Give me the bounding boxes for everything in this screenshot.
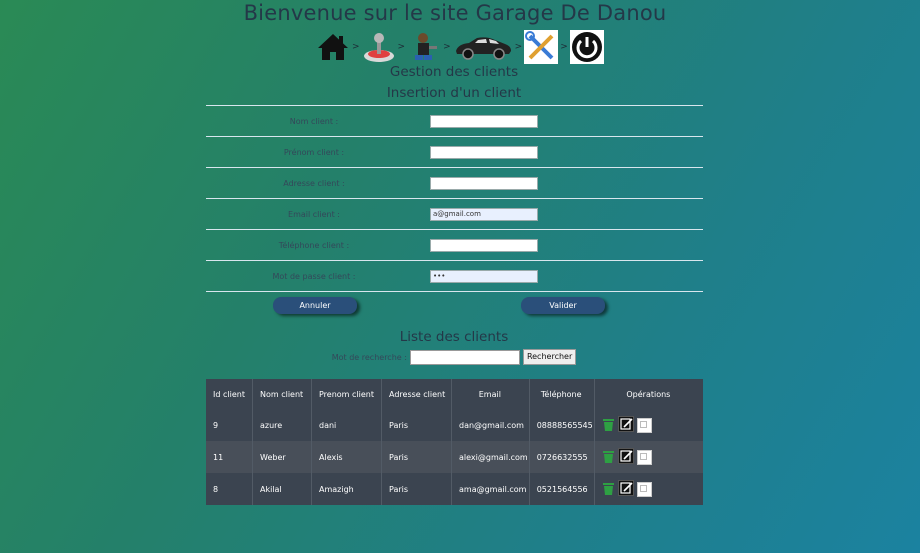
car-icon[interactable] — [453, 30, 513, 64]
form-row-password: Mot de passe client : ••• — [206, 260, 703, 292]
nav-separator: > — [397, 42, 406, 52]
nav-bar: > > > > > — [316, 29, 604, 65]
delete-icon[interactable] — [602, 417, 615, 434]
cell-id: 8 — [206, 473, 253, 505]
edit-icon[interactable] — [617, 416, 634, 434]
nav-separator: > — [443, 42, 451, 52]
image-icon[interactable] — [636, 449, 652, 465]
home-icon[interactable] — [316, 30, 350, 64]
cell-prenom: Alexis — [311, 441, 382, 473]
cancel-button[interactable]: Annuler — [273, 297, 357, 314]
cell-nom: azure — [252, 409, 312, 441]
nav-separator: > — [560, 42, 568, 52]
column-header: Id client — [206, 379, 253, 409]
nom-input[interactable] — [430, 114, 538, 128]
table-header-row: Id client Nom client Prenom client Adres… — [206, 379, 703, 409]
joystick-icon[interactable] — [362, 30, 396, 64]
field-label: Prénom client : — [283, 147, 345, 157]
cell-adresse: Paris — [381, 473, 452, 505]
site-title: Bienvenue sur le site Garage De Danou — [243, 1, 667, 25]
delete-icon[interactable] — [602, 449, 615, 466]
telephone-input[interactable] — [430, 238, 538, 252]
field-label: Mot de passe client : — [272, 271, 356, 281]
edit-icon[interactable] — [617, 448, 634, 466]
cell-operations — [594, 441, 703, 473]
cell-prenom: dani — [311, 409, 382, 441]
cell-email: alexi@gmail.com — [451, 441, 530, 473]
table-row: 9 azure dani Paris dan@gmail.com 0888856… — [206, 409, 703, 441]
password-input[interactable]: ••• — [430, 269, 538, 283]
column-header: Adresse client — [381, 379, 452, 409]
search-input[interactable] — [409, 349, 520, 365]
table-row: 8 Akilal Amazigh Paris ama@gmail.com 052… — [206, 473, 703, 505]
search-bar: Mot de recherche : Rechercher — [0, 349, 908, 365]
cell-operations — [594, 473, 703, 505]
cell-id: 9 — [206, 409, 253, 441]
column-header: Opérations — [594, 379, 703, 409]
tools-icon[interactable] — [524, 30, 559, 64]
field-label: Email client : — [288, 209, 340, 219]
field-label: Téléphone client : — [278, 240, 350, 250]
list-title: Liste des clients — [399, 329, 509, 345]
cell-email: dan@gmail.com — [451, 409, 530, 441]
cell-adresse: Paris — [381, 409, 452, 441]
power-icon[interactable] — [569, 30, 604, 64]
cell-prenom: Amazigh — [311, 473, 382, 505]
column-header: Téléphone — [529, 379, 595, 409]
nav-separator: > — [352, 42, 360, 52]
nav-separator: > — [514, 42, 523, 52]
cell-telephone: 08888565545 — [529, 409, 595, 441]
insert-title: Insertion d'un client — [386, 85, 522, 101]
form-row-telephone: Téléphone client : — [206, 229, 703, 260]
image-icon[interactable] — [636, 481, 652, 497]
prenom-input[interactable] — [430, 145, 538, 159]
client-form: Nom client : Prénom client : Adresse cli… — [206, 105, 703, 292]
adresse-input[interactable] — [430, 176, 538, 190]
cell-nom: Weber — [252, 441, 312, 473]
form-row-nom: Nom client : — [206, 105, 703, 136]
search-button[interactable]: Rechercher — [522, 349, 577, 365]
column-header: Email — [451, 379, 530, 409]
cell-email: ama@gmail.com — [451, 473, 530, 505]
edit-icon[interactable] — [617, 480, 634, 498]
cell-id: 11 — [206, 441, 253, 473]
clients-table: Id client Nom client Prenom client Adres… — [206, 379, 703, 505]
email-input[interactable]: a@gmail.com — [430, 207, 538, 221]
column-header: Prenom client — [311, 379, 382, 409]
image-icon[interactable] — [636, 417, 652, 433]
submit-button[interactable]: Valider — [521, 297, 605, 314]
form-row-email: Email client : a@gmail.com — [206, 198, 703, 229]
form-row-prenom: Prénom client : — [206, 136, 703, 167]
section-title: Gestion des clients — [389, 64, 519, 80]
mechanic-icon[interactable] — [407, 30, 441, 64]
cell-operations — [594, 409, 703, 441]
table-row: 11 Weber Alexis Paris alexi@gmail.com 07… — [206, 441, 703, 473]
delete-icon[interactable] — [602, 481, 615, 498]
field-label: Nom client : — [289, 116, 339, 126]
column-header: Nom client — [252, 379, 312, 409]
cell-nom: Akilal — [252, 473, 312, 505]
form-row-adresse: Adresse client : — [206, 167, 703, 198]
cell-telephone: 0726632555 — [529, 441, 595, 473]
cell-adresse: Paris — [381, 441, 452, 473]
search-label: Mot de recherche : — [331, 352, 407, 362]
cell-telephone: 0521564556 — [529, 473, 595, 505]
field-label: Adresse client : — [283, 178, 345, 188]
